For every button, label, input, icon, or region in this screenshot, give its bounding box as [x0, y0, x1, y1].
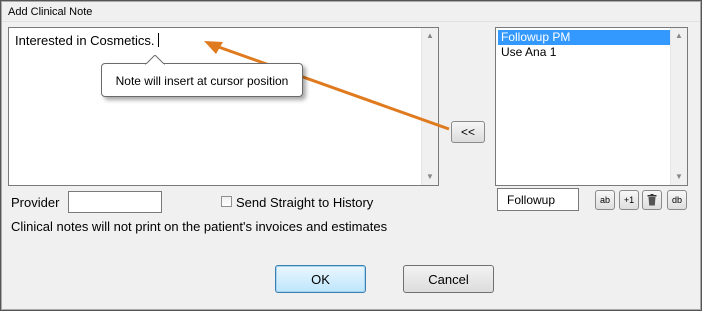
provider-input[interactable]: [68, 191, 162, 213]
provider-label: Provider: [11, 195, 60, 210]
list-item[interactable]: Use Ana 1: [498, 45, 673, 60]
note-text: Interested in Cosmetics.: [15, 33, 155, 48]
trash-icon: [647, 194, 657, 206]
text-cursor: [158, 33, 160, 47]
template-code-value: Followup: [507, 193, 556, 207]
list-item[interactable]: Followup PM: [498, 30, 673, 45]
insert-note-button[interactable]: <<: [451, 121, 485, 143]
scroll-down-arrow-icon[interactable]: ▼: [671, 169, 687, 185]
callout-pointer-icon: [145, 55, 165, 65]
database-icon: db: [671, 195, 682, 205]
send-to-history-checkbox[interactable]: [221, 196, 232, 207]
send-to-history-label[interactable]: Send Straight to History: [236, 195, 373, 210]
delete-template-button[interactable]: [642, 190, 662, 210]
plus-one-icon: +1: [623, 195, 635, 205]
clinical-note-textarea[interactable]: Interested in Cosmetics. ▲ ▼: [8, 27, 439, 186]
note-template-list[interactable]: Followup PM Use Ana 1 ▲ ▼: [495, 27, 688, 186]
database-button[interactable]: db: [667, 190, 687, 210]
title-bar: Add Clinical Note: [2, 2, 700, 22]
callout-text: Note will insert at cursor position: [115, 74, 289, 88]
window-title: Add Clinical Note: [8, 6, 93, 18]
cancel-button[interactable]: Cancel: [403, 265, 494, 293]
add-template-button[interactable]: ab: [595, 190, 615, 210]
add-template-icon: ab: [599, 195, 610, 205]
list-scrollbar[interactable]: ▲ ▼: [670, 28, 687, 185]
scroll-up-arrow-icon[interactable]: ▲: [671, 28, 687, 44]
scroll-up-arrow-icon[interactable]: ▲: [422, 28, 438, 44]
note-text-content: Interested in Cosmetics.: [15, 33, 160, 48]
annotation-callout: Note will insert at cursor position: [101, 55, 303, 97]
add-clinical-note-dialog: Add Clinical Note Interested in Cosmetic…: [0, 0, 702, 311]
template-code-input[interactable]: Followup: [497, 188, 579, 211]
ok-button[interactable]: OK: [275, 265, 366, 293]
print-info-text: Clinical notes will not print on the pat…: [11, 219, 388, 234]
plus-one-button[interactable]: +1: [619, 190, 639, 210]
note-scrollbar[interactable]: ▲ ▼: [421, 28, 438, 185]
scroll-down-arrow-icon[interactable]: ▼: [422, 169, 438, 185]
